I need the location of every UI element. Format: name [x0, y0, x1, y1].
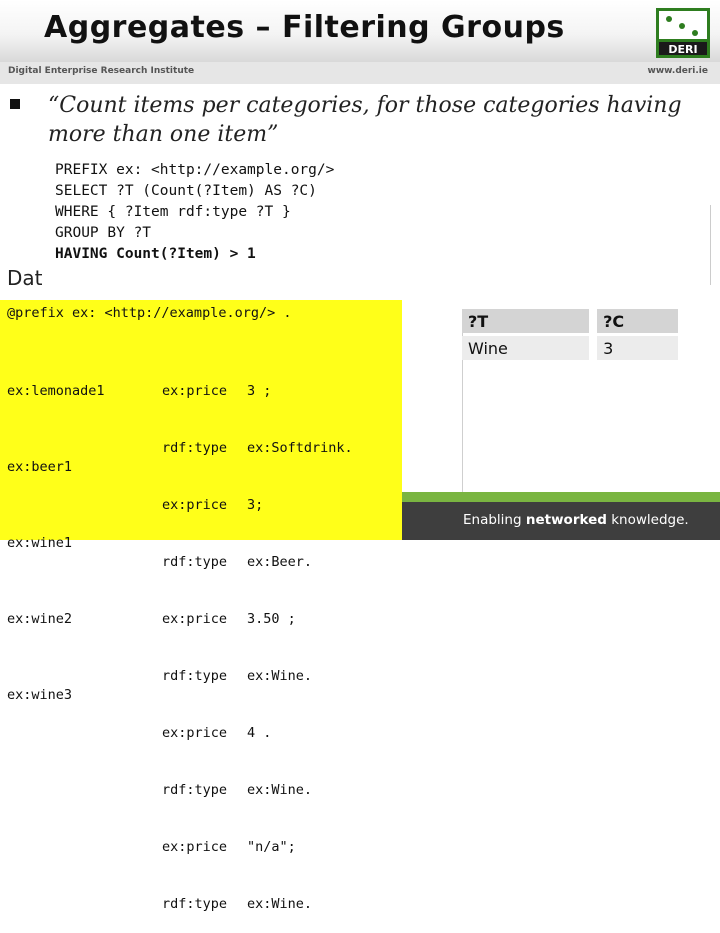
result-header-c: ?C: [597, 309, 678, 333]
predicate: rdf:type: [162, 896, 228, 912]
query-line: PREFIX ex: <http://example.org/>: [55, 162, 335, 178]
predicate: ex:price: [162, 725, 228, 741]
object: ex:Wine.: [247, 896, 313, 912]
footer-slogan: Enabling networked knowledge.: [463, 512, 689, 528]
website-link: www.deri.ie: [647, 66, 708, 76]
result-header-t: ?T: [462, 309, 590, 333]
predicate: ex:price: [162, 611, 228, 627]
data-prefix: @prefix ex: <http://example.org/> .: [7, 305, 292, 321]
query-line: GROUP BY ?T: [55, 225, 152, 241]
object: ex:Wine.: [247, 668, 313, 684]
subject: ex:wine2: [7, 611, 73, 627]
slide-title: Aggregates – Filtering Groups: [44, 10, 565, 45]
object: 3 ;: [247, 383, 272, 399]
result-cell-c: 3: [597, 336, 678, 360]
predicate: rdf:type: [162, 782, 228, 798]
object: 4 .: [247, 725, 272, 741]
object: 3.50 ;: [247, 611, 296, 627]
footer-accent: [402, 492, 720, 502]
object: ex:Softdrink.: [247, 440, 353, 456]
subject: ex:beer1: [7, 459, 73, 475]
predicate: ex:price: [162, 497, 228, 513]
result-table: ?T ?C Wine 3: [462, 306, 678, 363]
predicate: rdf:type: [162, 554, 228, 570]
query-line: SELECT ?T (Count(?Item) AS ?C): [55, 183, 317, 199]
subject: ex:wine3: [7, 687, 73, 703]
object: 3;: [247, 497, 264, 513]
predicate: ex:price: [162, 383, 228, 399]
subject: ex:lemonade1: [7, 383, 105, 399]
institute-name: Digital Enterprise Research Institute: [8, 66, 195, 76]
predicate: ex:price: [162, 839, 228, 855]
result-cell-t: Wine: [462, 336, 590, 360]
deri-logo: DERI: [656, 8, 710, 58]
query-line: WHERE { ?Item rdf:type ?T }: [55, 204, 291, 220]
query-line-having: HAVING Count(?Item) > 1: [55, 246, 256, 262]
subject-column: ex:lemonade1 ex:beer1 ex:wine1 ex:wine2 …: [7, 344, 105, 743]
footer-slogan-bold: networked: [525, 512, 607, 528]
object: ex:Wine.: [247, 782, 313, 798]
logo-text: DERI: [668, 43, 697, 56]
object: "n/a";: [247, 839, 296, 855]
data-label: Dat: [7, 266, 43, 290]
sparql-query: PREFIX ex: <http://example.org/> SELECT ?…: [55, 160, 334, 265]
object-column: 3 ; ex:Softdrink. 3; ex:Beer. 3.50 ; ex:…: [247, 344, 353, 933]
object: ex:Beer.: [247, 554, 313, 570]
predicate: rdf:type: [162, 440, 228, 456]
bullet-icon: [10, 99, 20, 109]
footer-slogan-prefix: Enabling: [463, 512, 526, 528]
query-description: “Count items per categories, for those c…: [48, 93, 682, 147]
side-bracket: [710, 205, 720, 285]
predicate-column: ex:price rdf:type ex:price rdf:type ex:p…: [162, 344, 227, 933]
footer-slogan-suffix: knowledge.: [606, 512, 689, 528]
predicate: rdf:type: [162, 668, 228, 684]
result-row: Wine 3: [462, 336, 678, 360]
result-header-row: ?T ?C: [462, 309, 678, 333]
